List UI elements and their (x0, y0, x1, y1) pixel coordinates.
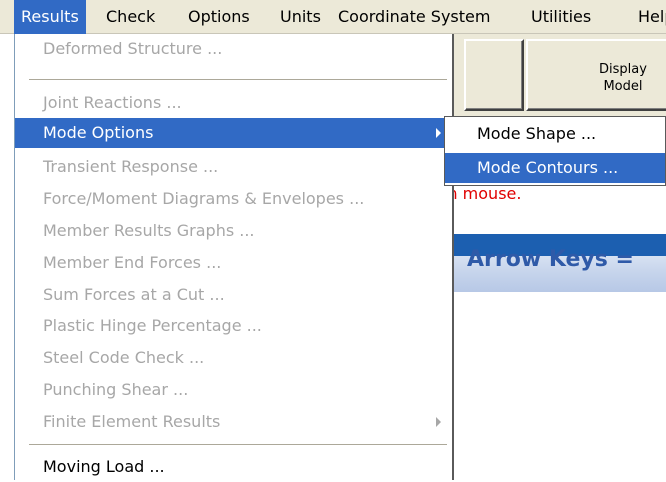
menu-item-joint-reactions[interactable]: Joint Reactions ... (15, 88, 453, 118)
menu-item-label: Finite Element Results (43, 412, 221, 431)
menu-results[interactable]: Results (14, 0, 86, 34)
menu-item-member-end-forces[interactable]: Member End Forces ... (15, 248, 453, 278)
display-model-label-line2: Model (603, 79, 643, 94)
menu-item-steel-code-check[interactable]: Steel Code Check ... (15, 343, 453, 373)
menu-item-finite-element-results[interactable]: Finite Element Results (15, 407, 453, 437)
menu-item-moving-load[interactable]: Moving Load ... (15, 452, 453, 482)
menu-item-label: Mode Options (43, 123, 154, 142)
menu-coordinate-system[interactable]: Coordinate System (331, 0, 497, 34)
menu-separator (29, 444, 447, 445)
menu-item-deformed-structure[interactable]: Deformed Structure ... (15, 34, 453, 64)
menu-separator (29, 79, 447, 80)
mode-options-submenu: Mode Shape ... Mode Contours ... (444, 116, 666, 186)
menu-utilities[interactable]: Utilities (524, 0, 598, 34)
menu-item-mode-options[interactable]: Mode Options (15, 118, 453, 148)
arrow-keys-banner-text: Arrow Keys = (467, 247, 634, 272)
menu-options[interactable]: Options (181, 0, 257, 34)
menu-item-mode-shape[interactable]: Mode Shape ... (445, 119, 665, 149)
menu-item-punching-shear[interactable]: Punching Shear ... (15, 375, 453, 405)
submenu-arrow-icon (436, 417, 441, 427)
menu-units[interactable]: Units (273, 0, 328, 34)
display-model-label-line1: Display (599, 62, 647, 77)
menu-bar: Results Check Options Units Coordinate S… (0, 0, 666, 34)
toolbar: Display Model (452, 34, 666, 119)
menu-item-sum-forces-at-cut[interactable]: Sum Forces at a Cut ... (15, 280, 453, 310)
menu-item-transient-response[interactable]: Transient Response ... (15, 152, 453, 182)
results-menu: Deformed Structure ... Joint Reactions .… (14, 34, 454, 480)
menu-item-force-moment-diagrams[interactable]: Force/Moment Diagrams & Envelopes ... (15, 184, 453, 214)
menu-item-mode-contours[interactable]: Mode Contours ... (445, 153, 665, 183)
menu-help[interactable]: Help (631, 0, 666, 34)
submenu-arrow-icon (436, 128, 441, 138)
menu-item-member-results-graphs[interactable]: Member Results Graphs ... (15, 216, 453, 246)
display-model-button[interactable]: Display Model (526, 39, 666, 111)
menu-item-plastic-hinge-percentage[interactable]: Plastic Hinge Percentage ... (15, 311, 453, 341)
display-model-label: Display Model (588, 61, 658, 95)
toolbar-button[interactable] (464, 39, 524, 111)
menu-check[interactable]: Check (99, 0, 162, 34)
